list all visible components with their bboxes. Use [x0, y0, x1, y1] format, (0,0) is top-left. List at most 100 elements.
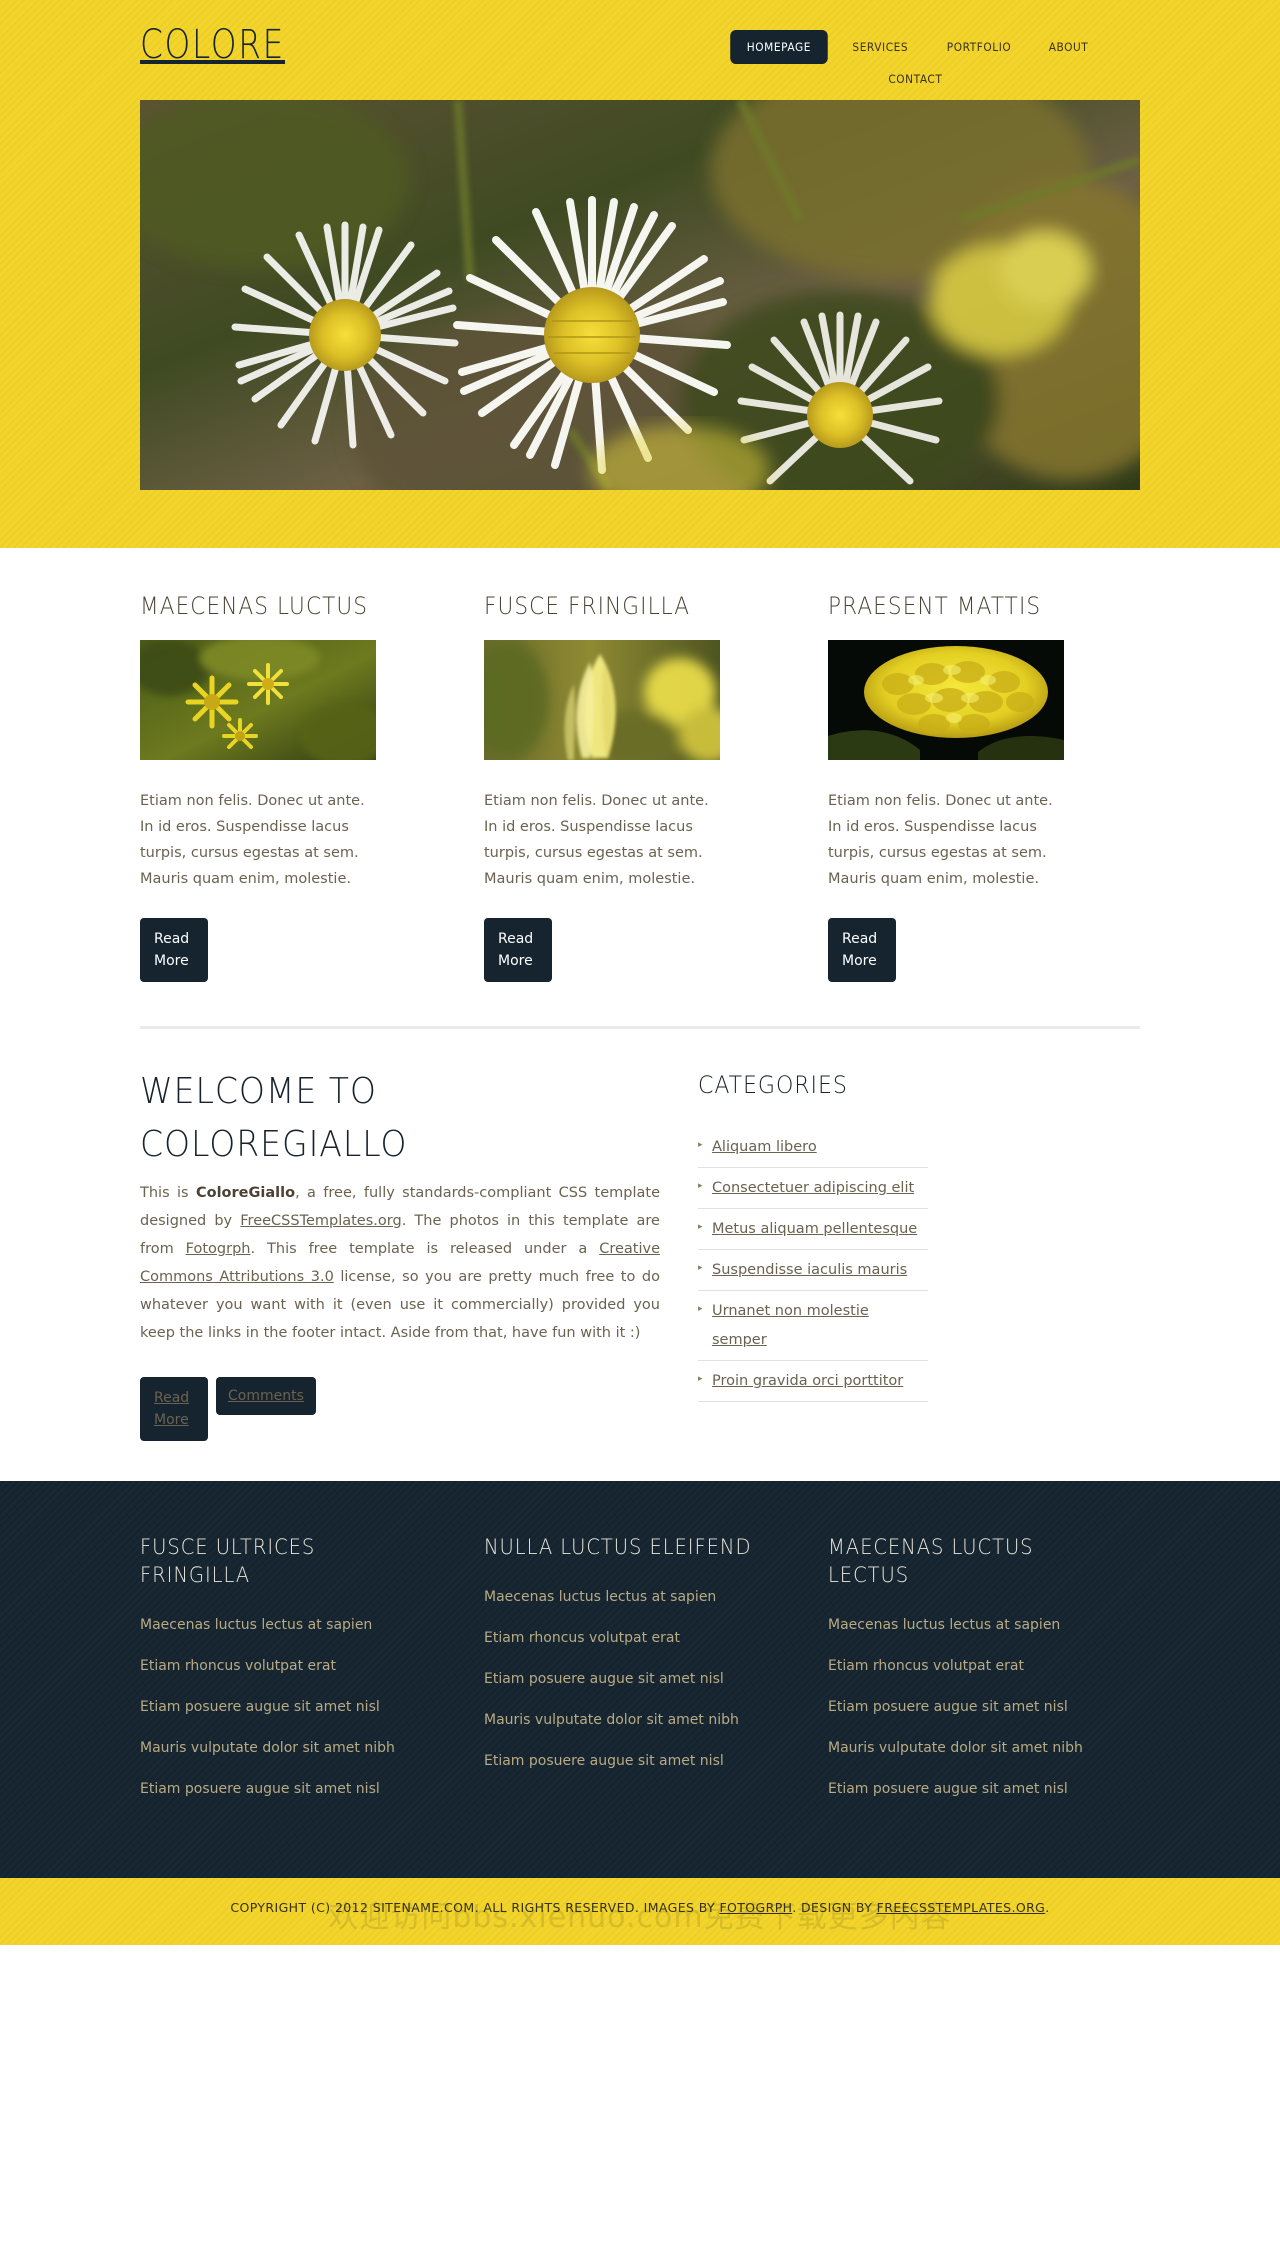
feature-box-1-text: Etiam non felis. Donec ut ante. In id er… [140, 793, 365, 887]
footer-column-2: NULLA LUCTUS ELEIFEND Maecenas luctus le… [484, 1533, 794, 1818]
footer-link-2-3[interactable]: Etiam posuere augue sit amet nisl [484, 1671, 724, 1687]
list-item[interactable]: Etiam posuere augue sit amet nisl [484, 1667, 794, 1690]
feature-box-3-text: Etiam non felis. Donec ut ante. In id er… [828, 793, 1053, 887]
welcome-comments-button[interactable]: Comments [216, 1377, 316, 1415]
category-link-4[interactable]: Suspendisse iaculis mauris [712, 1262, 907, 1278]
footer-link-2-2[interactable]: Etiam rhoncus volutpat erat [484, 1630, 680, 1646]
footer-column-1-list: Maecenas luctus lectus at sapien Etiam r… [140, 1613, 450, 1800]
feature-box-2-text: Etiam non felis. Donec ut ante. In id er… [484, 793, 709, 887]
link-fotogrph[interactable]: Fotogrph [186, 1241, 251, 1257]
copyright-part-1: COPYRIGHT (C) 2012 SITENAME.COM. ALL RIG… [230, 1900, 720, 1915]
feature-box-1-read-more-button[interactable]: Read More [140, 918, 208, 982]
category-link-6[interactable]: Proin gravida orci porttitor [712, 1373, 903, 1389]
banner-image-frame [140, 100, 1140, 490]
list-item[interactable]: Etiam posuere augue sit amet nisl [140, 1777, 450, 1800]
list-item[interactable]: Maecenas luctus lectus at sapien [140, 1613, 450, 1636]
list-item[interactable]: Maecenas luctus lectus at sapien [828, 1613, 1138, 1636]
categories-sidebar: CATEGORIES Aliquam libero Consectetuer a… [698, 1065, 928, 1441]
list-item[interactable]: Proin gravida orci porttitor [698, 1361, 928, 1402]
footer-link-2-1[interactable]: Maecenas luctus lectus at sapien [484, 1589, 716, 1605]
list-item[interactable]: Suspendisse iaculis mauris [698, 1250, 928, 1291]
link-freecsstemplates[interactable]: FreeCSSTemplates.org [240, 1213, 401, 1229]
section-divider [140, 1026, 1140, 1029]
list-item[interactable]: Mauris vulputate dolor sit amet nibh [140, 1736, 450, 1759]
nav-item-contact[interactable]: CONTACT [872, 64, 959, 94]
footer-column-1-title: FUSCE ULTRICES FRINGILLA [140, 1535, 316, 1587]
feature-box-2-title: FUSCE FRINGILLA [484, 592, 691, 620]
feature-boxes: MAECENAS LUCTUS Etiam non felis. Donec u… [140, 592, 1140, 982]
list-item[interactable]: Mauris vulputate dolor sit amet nibh [828, 1736, 1138, 1759]
copyright-link-freecsstemplates[interactable]: FREECSSTEMPLATES.ORG [877, 1900, 1046, 1915]
footer-link-1-2[interactable]: Etiam rhoncus volutpat erat [140, 1658, 336, 1674]
category-link-2[interactable]: Consectetuer adipiscing elit [712, 1180, 914, 1196]
footer-link-3-4[interactable]: Mauris vulputate dolor sit amet nibh [828, 1740, 1083, 1756]
list-item[interactable]: Consectetuer adipiscing elit [698, 1168, 928, 1209]
nav-item-services[interactable]: SERVICES [836, 32, 925, 62]
footer-column-3-list: Maecenas luctus lectus at sapien Etiam r… [828, 1613, 1138, 1800]
copyright-bar: 欢迎访问bbs.xiehuo.com免费下载更多内容 COPYRIGHT (C)… [0, 1878, 1280, 1945]
feature-box-3-read-more-button[interactable]: Read More [828, 918, 896, 982]
category-link-1[interactable]: Aliquam libero [712, 1139, 817, 1155]
nav-link-homepage[interactable]: HOMEPAGE [729, 30, 828, 64]
list-item[interactable]: Etiam rhoncus volutpat erat [828, 1654, 1138, 1677]
footer-column-1: FUSCE ULTRICES FRINGILLA Maecenas luctus… [140, 1533, 450, 1818]
feature-box-3-image [828, 640, 1064, 760]
copyright-part-2: . DESIGN BY [792, 1900, 877, 1915]
footer-link-2-4[interactable]: Mauris vulputate dolor sit amet nibh [484, 1712, 739, 1728]
footer-column-2-list: Maecenas luctus lectus at sapien Etiam r… [484, 1585, 794, 1772]
nav-link-contact[interactable]: CONTACT [875, 64, 955, 94]
footer-link-3-3[interactable]: Etiam posuere augue sit amet nisl [828, 1699, 1068, 1715]
list-item[interactable]: Metus aliquam pellentesque [698, 1209, 928, 1250]
feature-box-2: FUSCE FRINGILLA Etiam non felis. Donec u… [484, 592, 794, 982]
list-item[interactable]: Etiam posuere augue sit amet nisl [484, 1749, 794, 1772]
nav-link-portfolio[interactable]: PORTFOLIO [934, 32, 1024, 62]
copyright-part-3: . [1045, 1900, 1050, 1915]
copyright-link-fotogrph[interactable]: FOTOGRPH [719, 1900, 792, 1915]
footer-column-3-title: MAECENAS LUCTUS LECTUS [828, 1535, 1034, 1587]
feature-box-3: PRAESENT MATTIS Etiam non felis. Donec u… [828, 592, 1138, 982]
site-header: COLORE HOMEPAGE SERVICES PORTFOLIO ABOUT… [0, 0, 1280, 548]
category-link-5[interactable]: Urnanet non molestie semper [712, 1303, 869, 1348]
list-item[interactable]: Etiam posuere augue sit amet nisl [828, 1695, 1138, 1718]
feature-box-2-image [484, 640, 720, 760]
main-content: MAECENAS LUCTUS Etiam non felis. Donec u… [0, 548, 1280, 1481]
nav-item-portfolio[interactable]: PORTFOLIO [930, 32, 1028, 62]
list-item[interactable]: Etiam posuere augue sit amet nisl [828, 1777, 1138, 1800]
brand-name: ColoreGiallo [195, 1185, 296, 1201]
categories-list: Aliquam libero Consectetuer adipiscing e… [698, 1127, 928, 1402]
footer-link-1-3[interactable]: Etiam posuere augue sit amet nisl [140, 1699, 380, 1715]
site-logo[interactable]: COLORE [140, 22, 285, 68]
footer-link-3-1[interactable]: Maecenas luctus lectus at sapien [828, 1617, 1060, 1633]
list-item[interactable]: Aliquam libero [698, 1127, 928, 1168]
copyright-text: COPYRIGHT (C) 2012 SITENAME.COM. ALL RIG… [0, 1900, 1280, 1915]
welcome-title: WELCOME TO COLOREGIALLO [140, 1071, 408, 1165]
list-item[interactable]: Urnanet non molestie semper [698, 1291, 928, 1361]
feature-box-1-image [140, 640, 376, 760]
site-footer: FUSCE ULTRICES FRINGILLA Maecenas luctus… [0, 1481, 1280, 1878]
banner-photo-daisies [140, 100, 1140, 490]
list-item[interactable]: Etiam posuere augue sit amet nisl [140, 1695, 450, 1718]
list-item[interactable]: Mauris vulputate dolor sit amet nibh [484, 1708, 794, 1731]
feature-box-1-title: MAECENAS LUCTUS [140, 592, 369, 620]
banner-section [0, 100, 1280, 518]
feature-box-2-read-more-button[interactable]: Read More [484, 918, 552, 982]
footer-link-3-2[interactable]: Etiam rhoncus volutpat erat [828, 1658, 1024, 1674]
footer-link-3-5[interactable]: Etiam posuere augue sit amet nisl [828, 1781, 1068, 1797]
nav-list: HOMEPAGE SERVICES PORTFOLIO ABOUT CONTAC… [690, 30, 1140, 94]
category-link-3[interactable]: Metus aliquam pellentesque [712, 1221, 917, 1237]
footer-link-2-5[interactable]: Etiam posuere augue sit amet nisl [484, 1753, 724, 1769]
footer-link-1-5[interactable]: Etiam posuere augue sit amet nisl [140, 1781, 380, 1797]
list-item[interactable]: Maecenas luctus lectus at sapien [484, 1585, 794, 1608]
feature-box-3-title: PRAESENT MATTIS [828, 592, 1042, 620]
list-item[interactable]: Etiam rhoncus volutpat erat [140, 1654, 450, 1677]
nav-item-about[interactable]: ABOUT [1033, 32, 1104, 62]
footer-link-1-4[interactable]: Mauris vulputate dolor sit amet nibh [140, 1740, 395, 1756]
list-item[interactable]: Etiam rhoncus volutpat erat [484, 1626, 794, 1649]
footer-link-1-1[interactable]: Maecenas luctus lectus at sapien [140, 1617, 372, 1633]
welcome-and-sidebar: WELCOME TO COLOREGIALLO This is ColoreGi… [140, 1065, 1140, 1441]
feature-box-1: MAECENAS LUCTUS Etiam non felis. Donec u… [140, 592, 450, 982]
nav-item-homepage[interactable]: HOMEPAGE [726, 30, 832, 64]
nav-link-about[interactable]: ABOUT [1036, 32, 1101, 62]
nav-link-services[interactable]: SERVICES [840, 32, 922, 62]
welcome-read-more-button[interactable]: Read More [140, 1377, 208, 1441]
